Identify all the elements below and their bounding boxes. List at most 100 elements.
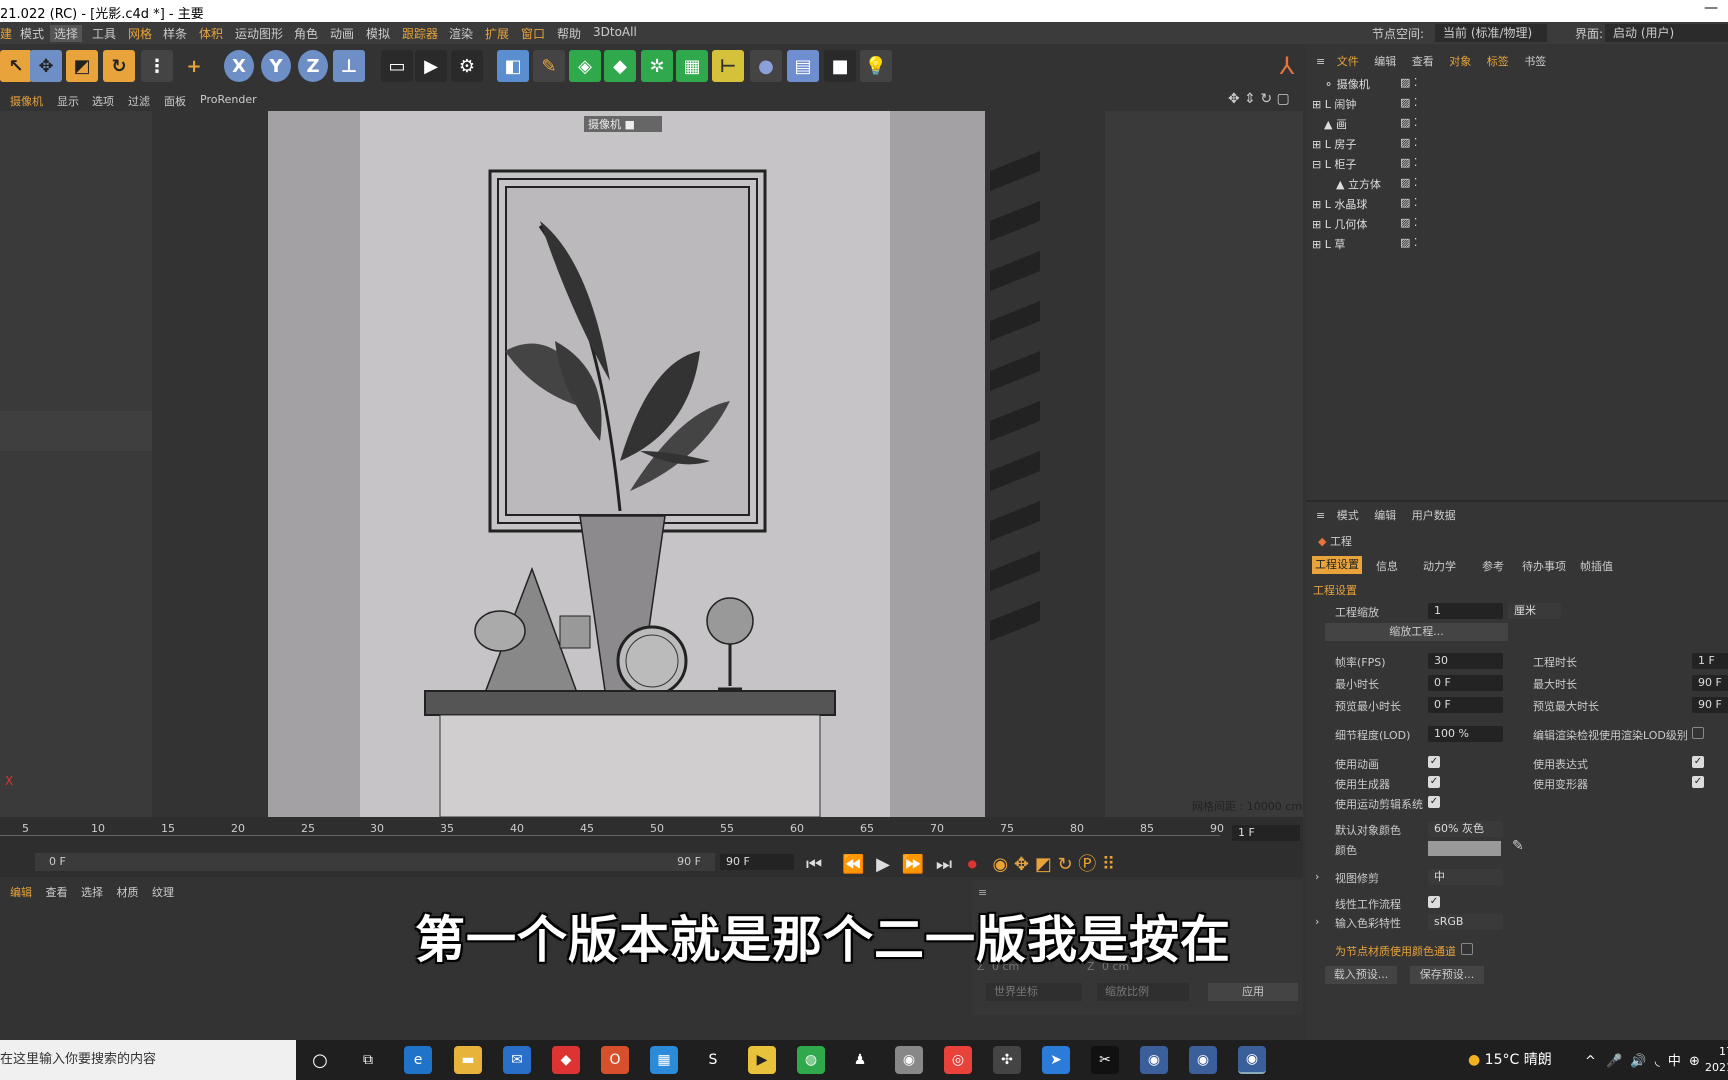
scale-unit-dropdown[interactable]: 厘米 bbox=[1508, 603, 1561, 619]
load-preset-button[interactable]: 载入预设... bbox=[1325, 966, 1397, 984]
attr-menu-edit[interactable]: 编辑 bbox=[1374, 509, 1396, 522]
visibility-icon[interactable]: ▨ ⁚ bbox=[1400, 236, 1417, 249]
next-key-icon[interactable]: ⏩ bbox=[902, 854, 924, 875]
field-icon[interactable]: ● bbox=[750, 50, 782, 82]
cinema4d-active-icon[interactable]: ◉ bbox=[1238, 1046, 1266, 1074]
mograph-icon[interactable]: ▦ bbox=[676, 50, 708, 82]
visibility-icon[interactable]: ▨ ⁚ bbox=[1400, 96, 1417, 109]
volume-icon[interactable]: 🔊 bbox=[1630, 1054, 1646, 1069]
menu-mesh[interactable]: 网格 bbox=[128, 25, 152, 42]
collapse-icon[interactable]: ⊟ bbox=[1312, 158, 1321, 171]
keyframe-icons[interactable]: ◉ ✥ ◩ ↻ Ⓟ ⠿ bbox=[993, 854, 1116, 875]
visibility-icon[interactable]: ▨ ⁚ bbox=[1400, 116, 1417, 129]
play-icon[interactable]: ▶ bbox=[876, 854, 890, 875]
visibility-icon[interactable]: ▨ ⁚ bbox=[1400, 156, 1417, 169]
menu-mode[interactable]: 模式 bbox=[20, 25, 44, 42]
app-gray-icon[interactable]: ◉ bbox=[895, 1046, 923, 1074]
minimize-icon[interactable]: — bbox=[1704, 0, 1718, 16]
object-row[interactable]: ⊟ L 柜子 ▨ ⁚ bbox=[1312, 156, 1712, 174]
floor-icon[interactable]: ▤ bbox=[787, 50, 819, 82]
cinema4d-icon[interactable]: ◉ bbox=[1140, 1046, 1168, 1074]
hamburger-icon[interactable]: ≡ bbox=[978, 886, 987, 899]
menu-character[interactable]: 角色 bbox=[294, 25, 318, 42]
render-settings-icon[interactable]: ⚙ bbox=[451, 50, 483, 82]
attr-menu-mode[interactable]: 模式 bbox=[1337, 509, 1359, 522]
max-time-field[interactable]: 90 F bbox=[1692, 675, 1728, 691]
weather-widget[interactable]: ● 15°C 晴朗 bbox=[1468, 1049, 1552, 1069]
cube-icon[interactable]: ◧ bbox=[497, 50, 529, 82]
vp-menu-camera[interactable]: 摄像机 bbox=[10, 93, 43, 109]
object-row[interactable]: ⚬ 摄像机 ▨ ⁚ bbox=[1312, 76, 1712, 94]
menu-mograph[interactable]: 运动图形 bbox=[235, 25, 283, 42]
chrome-icon[interactable]: ◎ bbox=[944, 1046, 972, 1074]
menu-3dtoall[interactable]: 3DtoAll bbox=[593, 25, 637, 39]
om-menu-file[interactable]: 文件 bbox=[1337, 55, 1359, 68]
save-preset-button[interactable]: 保存预设... bbox=[1410, 966, 1484, 984]
vp-nav-icons[interactable]: ✥ ⇕ ↻ ▢ bbox=[1228, 91, 1290, 107]
cloner-icon[interactable]: ✲ bbox=[641, 50, 673, 82]
qq-icon[interactable]: ♟ bbox=[846, 1046, 874, 1074]
om-menu-tags[interactable]: 标签 bbox=[1487, 55, 1509, 68]
linear-workflow-checkbox[interactable]: ✓ bbox=[1428, 896, 1440, 908]
deformer-icon[interactable]: ⊢ bbox=[712, 50, 744, 82]
visibility-icon[interactable]: ▨ ⁚ bbox=[1400, 136, 1417, 149]
vp-menu-prorender[interactable]: ProRender bbox=[200, 93, 257, 106]
mat-menu-edit[interactable]: 编辑 bbox=[10, 886, 32, 899]
current-frame-field[interactable]: 1 F bbox=[1232, 825, 1300, 841]
expand-icon[interactable]: ⊞ bbox=[1312, 98, 1321, 111]
record-icon[interactable]: ⏺ bbox=[968, 854, 977, 875]
time-range-slider[interactable]: 0 F 90 F bbox=[35, 853, 715, 871]
min-time-field[interactable]: 0 F bbox=[1428, 675, 1503, 691]
om-menu-hamburger-icon[interactable]: ≡ bbox=[1316, 55, 1325, 68]
scale-tool-icon[interactable]: ◩ bbox=[66, 50, 98, 82]
object-row[interactable]: ▲ 立方体 ▨ ⁚ bbox=[1312, 176, 1712, 194]
mat-menu-material[interactable]: 材质 bbox=[117, 886, 139, 899]
z-axis-icon[interactable]: Z bbox=[298, 50, 328, 82]
menu-help[interactable]: 帮助 bbox=[557, 25, 581, 42]
node-space-dropdown[interactable]: 当前 (标准/物理) bbox=[1435, 24, 1547, 42]
subdivision-icon[interactable]: ◈ bbox=[569, 50, 601, 82]
object-row[interactable]: ⊞ L 草 ▨ ⁚ bbox=[1312, 236, 1712, 254]
om-menu-edit[interactable]: 编辑 bbox=[1374, 55, 1396, 68]
tab-info[interactable]: 信息 bbox=[1376, 558, 1398, 574]
x-axis-icon[interactable]: X bbox=[224, 50, 254, 82]
cortana-icon[interactable]: ○ bbox=[306, 1046, 334, 1074]
menu-window[interactable]: 窗口 bbox=[521, 25, 545, 42]
lod-field[interactable]: 100 % bbox=[1428, 726, 1503, 742]
vp-menu-display[interactable]: 显示 bbox=[57, 93, 79, 109]
om-menu-view[interactable]: 查看 bbox=[1412, 55, 1434, 68]
app-s-icon[interactable]: S bbox=[699, 1046, 727, 1074]
menu-spline[interactable]: 样条 bbox=[163, 25, 187, 42]
menu-select[interactable]: 选择 bbox=[50, 25, 83, 42]
ime-indicator[interactable]: 中 bbox=[1668, 1054, 1681, 1069]
file-explorer-icon[interactable]: ▬ bbox=[454, 1046, 482, 1074]
light-icon[interactable]: 💡 bbox=[860, 50, 892, 82]
attr-hamburger-icon[interactable]: ≡ bbox=[1316, 509, 1325, 522]
mic-icon[interactable]: 🎤 bbox=[1606, 1054, 1622, 1069]
expand-arrow-icon[interactable]: › bbox=[1315, 870, 1319, 883]
use-anim-checkbox[interactable]: ✓ bbox=[1428, 756, 1440, 768]
visibility-icon[interactable]: ▨ ⁚ bbox=[1400, 76, 1417, 89]
use-motion-checkbox[interactable]: ✓ bbox=[1428, 796, 1440, 808]
attr-menu-userdata[interactable]: 用户数据 bbox=[1412, 509, 1456, 522]
recent-tool-icon[interactable]: ⋮ bbox=[141, 50, 173, 82]
duration-field[interactable]: 1 F bbox=[1692, 653, 1728, 669]
color-swatch[interactable] bbox=[1428, 841, 1501, 856]
expand-icon[interactable]: ⊞ bbox=[1312, 138, 1321, 151]
wechat-icon[interactable]: ◍ bbox=[797, 1046, 825, 1074]
cinema4d-icon[interactable]: ◉ bbox=[1189, 1046, 1217, 1074]
layout-dropdown[interactable]: 启动 (用户) bbox=[1605, 24, 1728, 42]
timeline-ruler[interactable] bbox=[0, 835, 1220, 845]
object-row[interactable]: ⊞ L 闹钟 ▨ ⁚ bbox=[1312, 96, 1712, 114]
viewport[interactable]: 摄像机 ■ 网格间距 : 10000 cm X bbox=[0, 111, 1303, 817]
edge-icon[interactable]: e bbox=[404, 1046, 432, 1074]
menu-tracker[interactable]: 跟踪器 bbox=[402, 25, 438, 42]
use-deform-checkbox[interactable]: ✓ bbox=[1692, 776, 1704, 788]
expand-icon[interactable]: ⊞ bbox=[1312, 198, 1321, 211]
node-color-checkbox[interactable] bbox=[1461, 943, 1473, 955]
tray-chevron-icon[interactable]: ^ bbox=[1585, 1054, 1596, 1069]
mat-menu-select[interactable]: 选择 bbox=[81, 886, 103, 899]
scale-field[interactable]: 1 bbox=[1428, 603, 1503, 619]
tab-todo[interactable]: 待办事项 bbox=[1522, 558, 1566, 574]
tab-project-settings[interactable]: 工程设置 bbox=[1312, 556, 1362, 574]
